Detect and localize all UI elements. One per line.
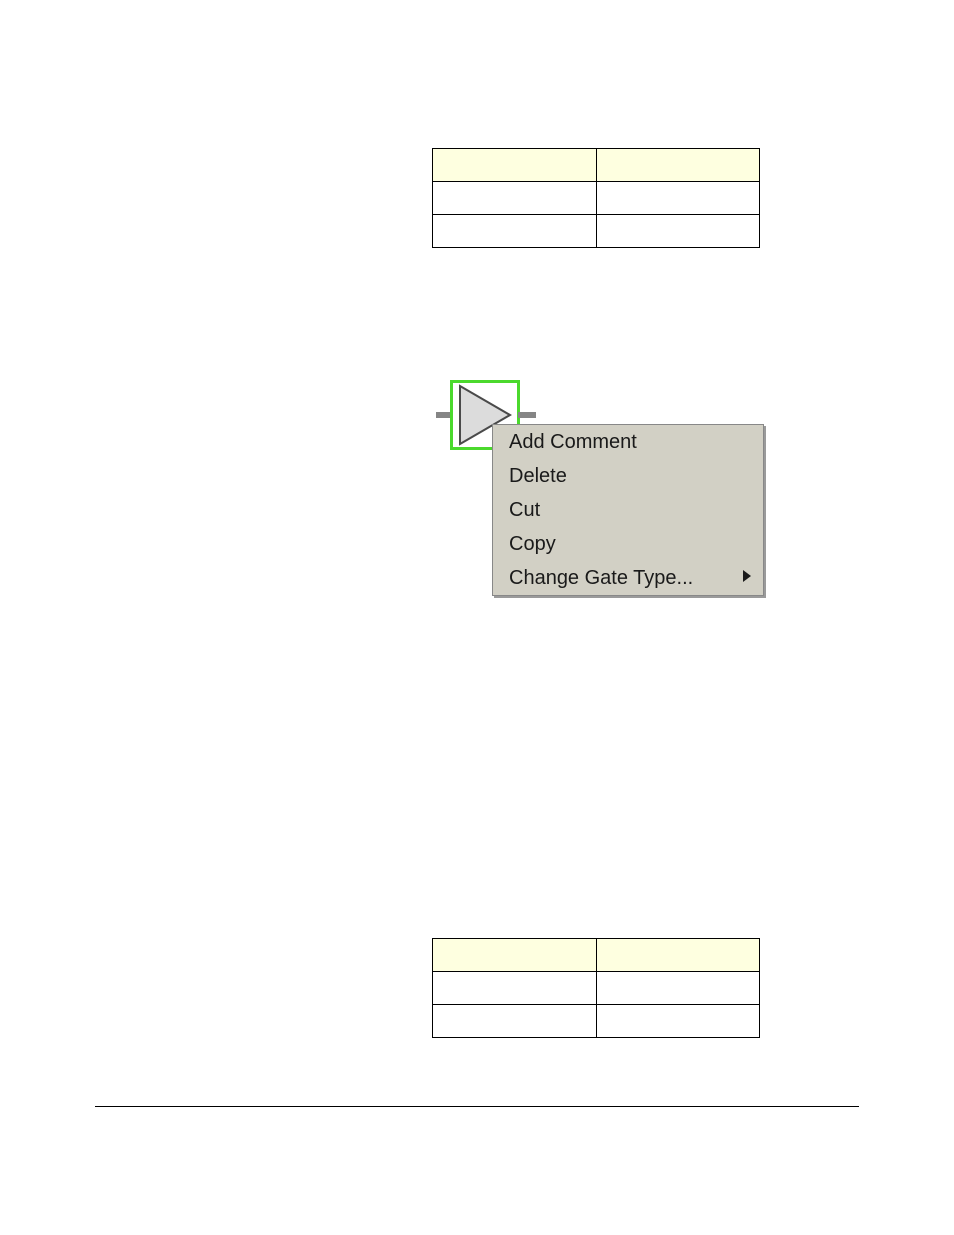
menu-item-change-gate-type[interactable]: Change Gate Type... xyxy=(493,561,763,595)
menu-item-label: Change Gate Type... xyxy=(509,567,693,589)
truth-table-1 xyxy=(432,148,760,248)
menu-item-label: Delete xyxy=(509,465,567,487)
table-row xyxy=(433,149,760,182)
table-cell xyxy=(596,215,760,248)
table-header xyxy=(433,149,597,182)
menu-item-delete[interactable]: Delete xyxy=(493,459,763,493)
table-cell xyxy=(433,182,597,215)
table-cell xyxy=(596,1005,760,1038)
submenu-arrow-icon xyxy=(743,570,751,582)
table-row xyxy=(433,1005,760,1038)
table-cell xyxy=(433,1005,597,1038)
table-cell xyxy=(596,972,760,1005)
table-cell xyxy=(433,972,597,1005)
footer-divider xyxy=(95,1106,859,1107)
table-header xyxy=(433,939,597,972)
menu-item-label: Copy xyxy=(509,533,556,555)
menu-item-copy[interactable]: Copy xyxy=(493,527,763,561)
table-cell xyxy=(596,182,760,215)
table-row xyxy=(433,972,760,1005)
table-row xyxy=(433,182,760,215)
table-header xyxy=(596,939,760,972)
menu-item-label: Cut xyxy=(509,499,540,521)
truth-table-2 xyxy=(432,938,760,1038)
context-menu: Add Comment Delete Cut Copy Change Gate … xyxy=(492,424,764,596)
gate-output-pin xyxy=(518,412,536,418)
table-row xyxy=(433,215,760,248)
page-root: Add Comment Delete Cut Copy Change Gate … xyxy=(0,0,954,1235)
menu-item-label: Add Comment xyxy=(509,431,637,453)
menu-item-cut[interactable]: Cut xyxy=(493,493,763,527)
table-row xyxy=(433,939,760,972)
table-header xyxy=(596,149,760,182)
table-cell xyxy=(433,215,597,248)
menu-item-add-comment[interactable]: Add Comment xyxy=(493,425,763,459)
